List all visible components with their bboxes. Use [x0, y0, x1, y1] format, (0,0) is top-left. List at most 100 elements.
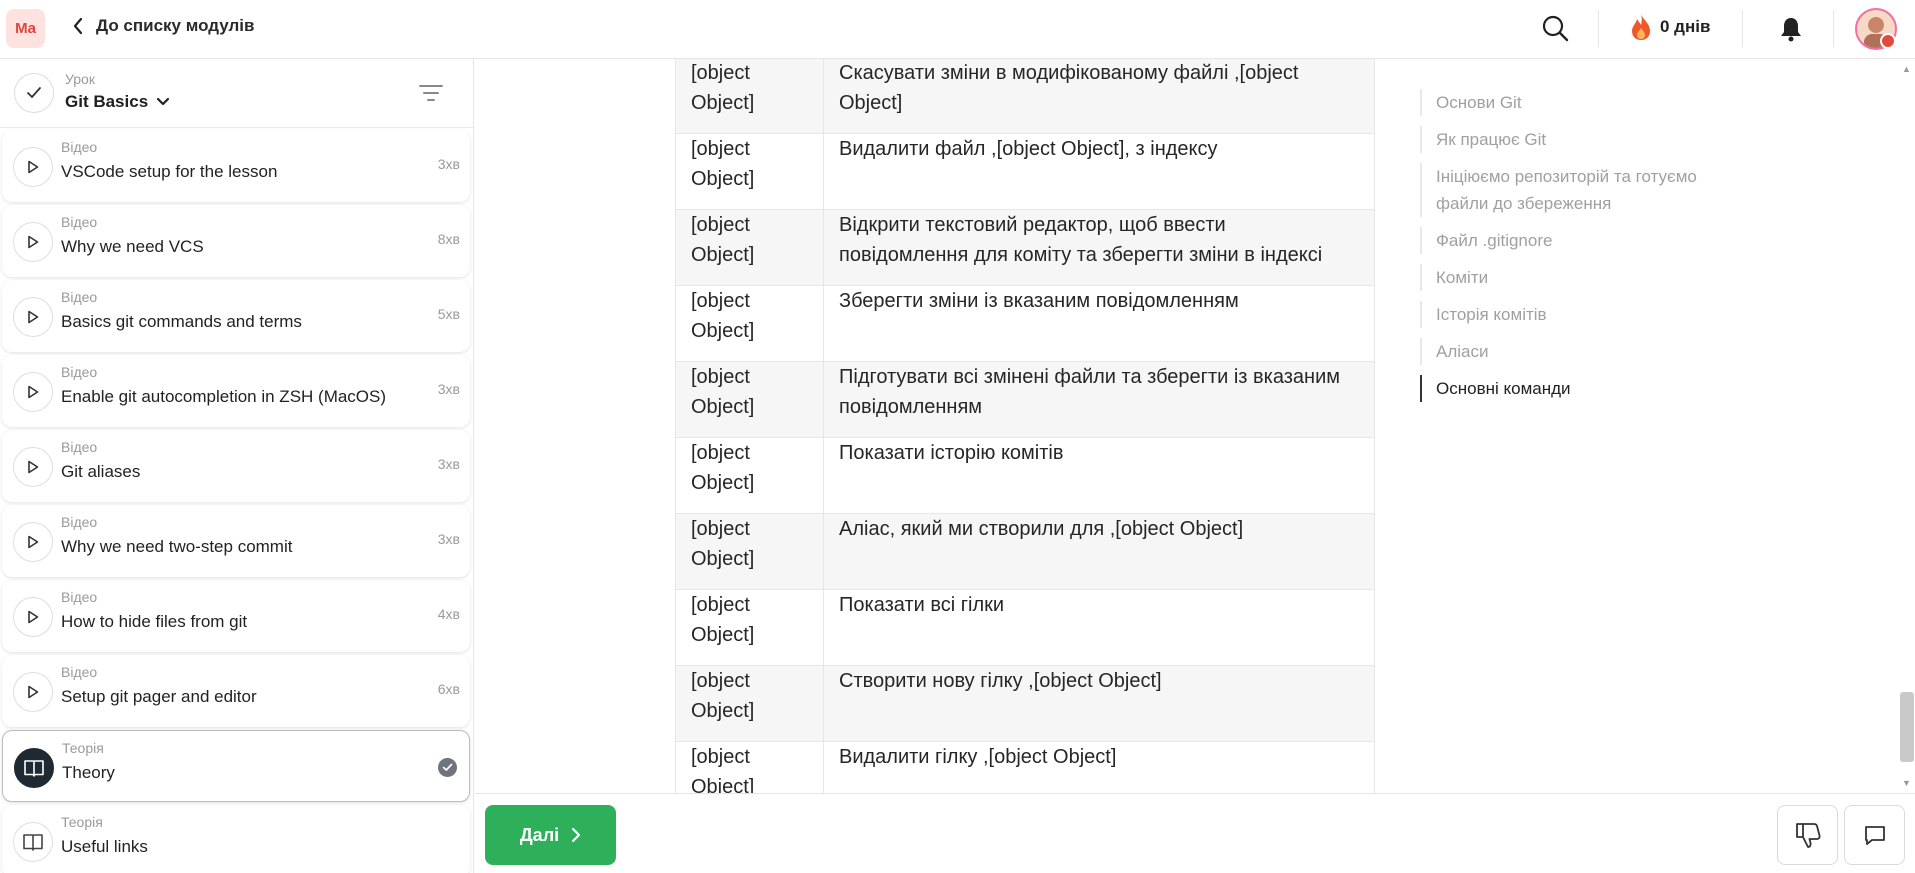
description-cell: Відкрити текстовий редактор, щоб ввести … [823, 209, 1375, 286]
lesson-selector[interactable]: Git Basics [65, 92, 170, 112]
lesson-item-type: Відео [61, 364, 98, 380]
search-button[interactable] [1538, 11, 1572, 45]
content-scrollbar[interactable]: ▲ ▼ [1897, 59, 1915, 793]
back-to-modules-link[interactable]: До списку модулів [72, 16, 254, 36]
lesson-item-type: Відео [61, 514, 98, 530]
flame-icon [1632, 14, 1650, 40]
book-icon [24, 760, 44, 777]
top-header: Ma До списку модулів 0 днів [0, 0, 1915, 59]
table-row: [object Object] Створити нову гілку ,[obj… [675, 665, 1375, 742]
toc-item[interactable]: Коміти [1420, 264, 1710, 291]
lesson-item[interactable]: Відео Basics git commands and terms 5хв [2, 280, 470, 352]
play-icon [28, 235, 39, 249]
toc-item[interactable]: Основи Git [1420, 89, 1710, 116]
command-cell: [object Object] [675, 741, 824, 793]
lesson-item[interactable]: Теорія Useful links [2, 805, 470, 873]
lesson-item-type: Відео [61, 289, 98, 305]
scroll-up-arrow[interactable]: ▲ [1902, 64, 1911, 74]
scrollbar-thumb[interactable] [1900, 692, 1914, 762]
search-icon [1542, 15, 1569, 42]
next-button-label: Далі [519, 824, 560, 845]
lesson-item[interactable]: Відео Why we need two-step commit 3хв [2, 505, 470, 577]
play-icon [28, 610, 39, 624]
lesson-caption: Урок [65, 71, 95, 87]
description-cell: Підготувати всі змінені файли та зберегт… [823, 361, 1375, 438]
table-row: [object Object] Аліас, який ми створили д… [675, 513, 1375, 590]
dislike-button[interactable] [1777, 805, 1838, 865]
lesson-item[interactable]: Відео VSCode setup for the lesson 3хв [2, 130, 470, 202]
toc-item[interactable]: Як працює Git [1420, 126, 1710, 153]
table-row: [object Object] Зберегти зміни із вказани… [675, 285, 1375, 362]
lesson-item-title: Why we need two-step commit [61, 537, 293, 556]
lesson-item-type: Відео [61, 139, 98, 155]
description-cell: Аліас, який ми створили для ,[object Obj… [823, 513, 1375, 590]
lesson-item-type: Теорія [61, 814, 103, 830]
lesson-item[interactable]: Теорія Theory [2, 730, 470, 802]
lesson-item[interactable]: Відео Git aliases 3хв [2, 430, 470, 502]
command-cell: [object Object] [675, 589, 824, 666]
back-link-label: До списку модулів [96, 16, 255, 35]
streak-label: 0 днів [1660, 17, 1711, 36]
lesson-item-icon [14, 748, 54, 788]
table-of-contents: Основи Git Як працює Git Ініціюємо репозит… [1420, 89, 1710, 412]
play-icon [28, 310, 39, 324]
lesson-item-type: Відео [61, 439, 98, 455]
theory-content: [object Object] Скасувати зміни в модифік… [475, 59, 1915, 793]
lesson-item-duration: 3хв [437, 456, 460, 472]
check-icon [27, 87, 41, 98]
header-divider [1833, 10, 1834, 47]
lesson-item[interactable]: Відео Enable git autocompletion in ZSH (M… [2, 355, 470, 427]
play-icon [28, 535, 39, 549]
header-divider [1742, 10, 1743, 47]
lesson-item-title: How to hide files from git [61, 612, 248, 631]
lesson-item-duration: 3хв [437, 156, 460, 172]
toc-item[interactable]: Ініціюємо репозиторій та готуємо файли д… [1420, 163, 1710, 217]
table-row: [object Object] Скасувати зміни в модифік… [675, 59, 1375, 134]
lesson-item-icon [13, 297, 53, 337]
command-cell: [object Object] [675, 361, 824, 438]
toc-item[interactable]: Файл .gitignore [1420, 227, 1710, 254]
lesson-item[interactable]: Відео Why we need VCS 8хв [2, 205, 470, 277]
lesson-item-title: Why we need VCS [61, 237, 204, 256]
lesson-item-title: Enable git autocompletion in ZSH (MacOS) [61, 387, 387, 406]
command-cell: [object Object] [675, 209, 824, 286]
play-icon [28, 685, 39, 699]
avatar-status-badge [1880, 33, 1896, 49]
git-commands-table: [object Object] Скасувати зміни в модифік… [675, 59, 1375, 793]
lesson-item-type: Відео [61, 589, 98, 605]
toc-item[interactable]: Аліаси [1420, 338, 1710, 365]
description-cell: Зберегти зміни із вказаним повідомленням [823, 285, 1375, 362]
lesson-complete-toggle[interactable] [14, 73, 54, 113]
table-row: [object Object] Підготувати всі змінені ф… [675, 361, 1375, 438]
command-cell: [object Object] [675, 285, 824, 362]
comment-button[interactable] [1844, 805, 1905, 865]
command-cell: [object Object] [675, 133, 824, 210]
scroll-down-arrow[interactable]: ▼ [1902, 778, 1911, 788]
lesson-item[interactable]: Відео How to hide files from git 4хв [2, 580, 470, 652]
bell-icon [1781, 18, 1801, 42]
lesson-items-list: Відео VSCode setup for the lesson 3хв Відео… [0, 130, 473, 873]
toc-item[interactable]: Основні команди [1420, 375, 1710, 402]
description-cell: Видалити гілку ,[object Object] [823, 741, 1375, 793]
lesson-sidebar: Урок Git Basics Відео VSCode setup for th… [0, 59, 474, 873]
streak-counter[interactable]: 0 днів [1630, 13, 1710, 41]
notifications-button[interactable] [1776, 14, 1806, 44]
lesson-item-icon [13, 147, 53, 187]
lesson-item-title: Theory [62, 763, 115, 782]
comment-icon [1864, 826, 1885, 845]
lesson-item-icon [13, 672, 53, 712]
command-cell: [object Object] [675, 59, 824, 134]
table-row: [object Object] Видалити гілку ,[object O… [675, 741, 1375, 793]
play-icon [28, 460, 39, 474]
lesson-item-icon [13, 447, 53, 487]
app-logo[interactable]: Ma [6, 9, 45, 48]
chevron-down-icon [157, 97, 170, 106]
lesson-item[interactable]: Відео Setup git pager and editor 6хв [2, 655, 470, 727]
next-button[interactable]: Далі [485, 805, 616, 865]
lesson-title: Git Basics [65, 92, 149, 111]
lesson-item-title: Git aliases [61, 462, 141, 481]
lesson-item-title: Basics git commands and terms [61, 312, 302, 331]
toc-item[interactable]: Історія комітів [1420, 301, 1710, 328]
filter-icon[interactable] [418, 81, 444, 105]
lesson-item-icon [13, 372, 53, 412]
